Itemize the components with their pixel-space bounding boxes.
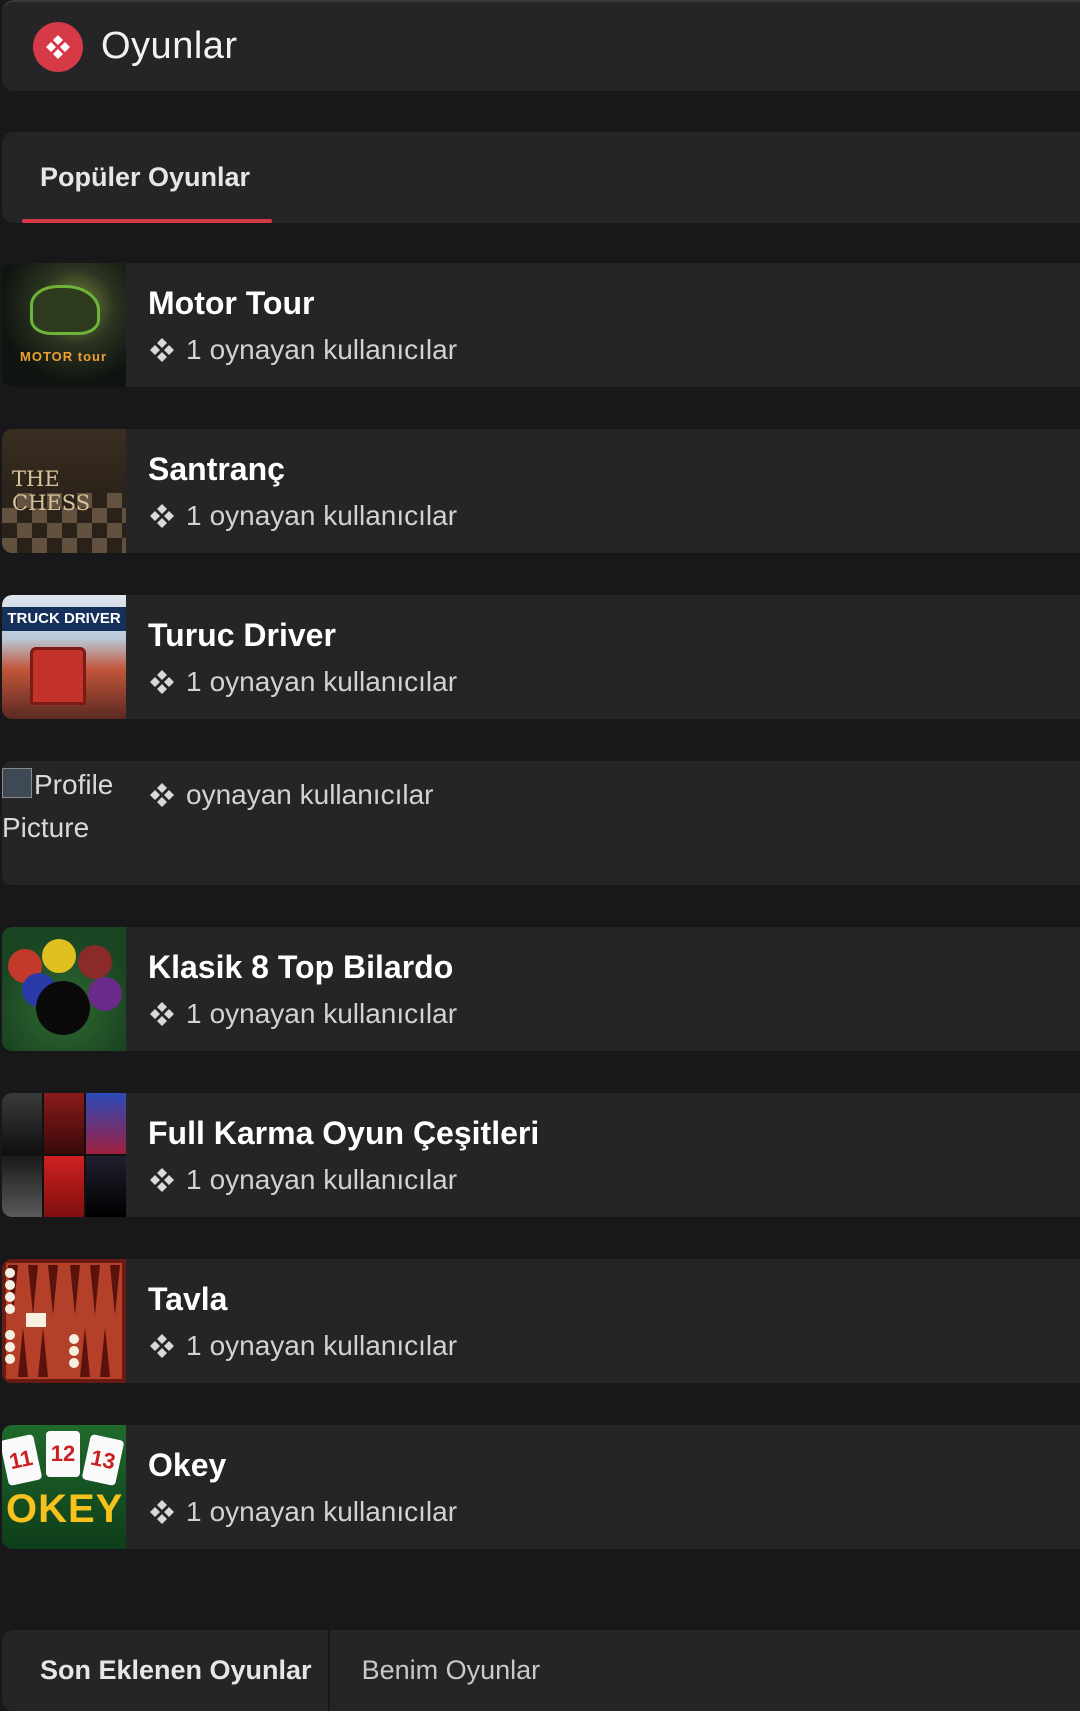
game-thumbnail: THE CHESS	[2, 429, 126, 553]
game-item-billiards[interactable]: Klasik 8 Top Bilardo 1 oynayan kullanıcı…	[2, 927, 1080, 1051]
game-list: MOTOR tour Motor Tour 1 oynayan kullanıc…	[2, 263, 1080, 1591]
game-thumbnail: MOTOR tour	[2, 263, 126, 387]
gamepad-icon	[148, 668, 176, 696]
game-thumbnail	[2, 1259, 126, 1383]
game-title: Klasik 8 Top Bilardo	[148, 948, 454, 985]
gamepad-icon	[148, 1000, 176, 1028]
game-item-truck-driver[interactable]: TRUCK DRIVER Turuc Driver 1 oynayan kull…	[2, 595, 1080, 719]
game-item-backgammon[interactable]: Tavla 1 oynayan kullanıcılar	[2, 1259, 1080, 1383]
game-thumbnail: 11 12 13 OKEY	[2, 1425, 126, 1549]
gamepad-icon	[148, 502, 176, 530]
game-title: Turuc Driver	[148, 616, 336, 653]
players-count: 1 oynayan kullanıcılar	[148, 1496, 457, 1528]
game-title: Full Karma Oyun Çeşitleri	[148, 1114, 540, 1151]
game-item-okey[interactable]: 11 12 13 OKEY Okey 1 oynayan kullanıcıla…	[2, 1425, 1080, 1549]
gamepad-icon	[148, 336, 176, 364]
game-title: Motor Tour	[148, 284, 315, 321]
players-count: 1 oynayan kullanıcılar	[148, 1164, 539, 1196]
tab-popular-games[interactable]: Popüler Oyunlar	[22, 132, 272, 223]
game-title: Tavla	[148, 1280, 228, 1317]
gamepad-icon	[148, 781, 176, 809]
players-count: 1 oynayan kullanıcılar	[148, 334, 457, 366]
gamepad-icon	[148, 1498, 176, 1526]
tab-my-games[interactable]: Benim Oyunlar	[330, 1630, 559, 1711]
tab-recent-games[interactable]: Son Eklenen Oyunlar	[22, 1630, 330, 1711]
gamepad-icon	[148, 1332, 176, 1360]
page-title: Oyunlar	[101, 25, 238, 67]
game-title: Santranç	[148, 450, 285, 487]
gamepad-icon	[33, 21, 83, 72]
broken-image-icon	[2, 768, 32, 798]
players-count: 1 oynayan kullanıcılar	[148, 500, 457, 532]
game-item-motor-tour[interactable]: MOTOR tour Motor Tour 1 oynayan kullanıc…	[2, 263, 1080, 387]
tabbar-bottom: Son Eklenen Oyunlar Benim Oyunlar	[2, 1630, 1080, 1711]
players-count: 1 oynayan kullanıcılar	[148, 1330, 457, 1362]
games-page: Oyunlar Popüler Oyunlar MOTOR tour Motor…	[0, 0, 1080, 1711]
players-count: 1 oynayan kullanıcılar	[148, 998, 457, 1030]
game-item-chess[interactable]: THE CHESS Santranç 1 oynayan kullanıcıla…	[2, 429, 1080, 553]
players-count: 1 oynayan kullanıcılar	[148, 666, 457, 698]
gamepad-icon	[148, 1166, 176, 1194]
game-item-untitled[interactable]: Profile Picture oynayan kullanıcılar	[2, 761, 1080, 885]
page-header: Oyunlar	[2, 0, 1080, 91]
game-thumbnail	[2, 927, 126, 1051]
tabbar-popular: Popüler Oyunlar	[2, 132, 1080, 223]
game-thumbnail	[2, 1093, 126, 1217]
game-thumbnail: TRUCK DRIVER	[2, 595, 126, 719]
players-count: oynayan kullanıcılar	[148, 779, 433, 811]
broken-image: Profile Picture	[2, 768, 114, 843]
game-title: Okey	[148, 1446, 227, 1483]
game-item-mixed-games[interactable]: Full Karma Oyun Çeşitleri 1 oynayan kull…	[2, 1093, 1080, 1217]
